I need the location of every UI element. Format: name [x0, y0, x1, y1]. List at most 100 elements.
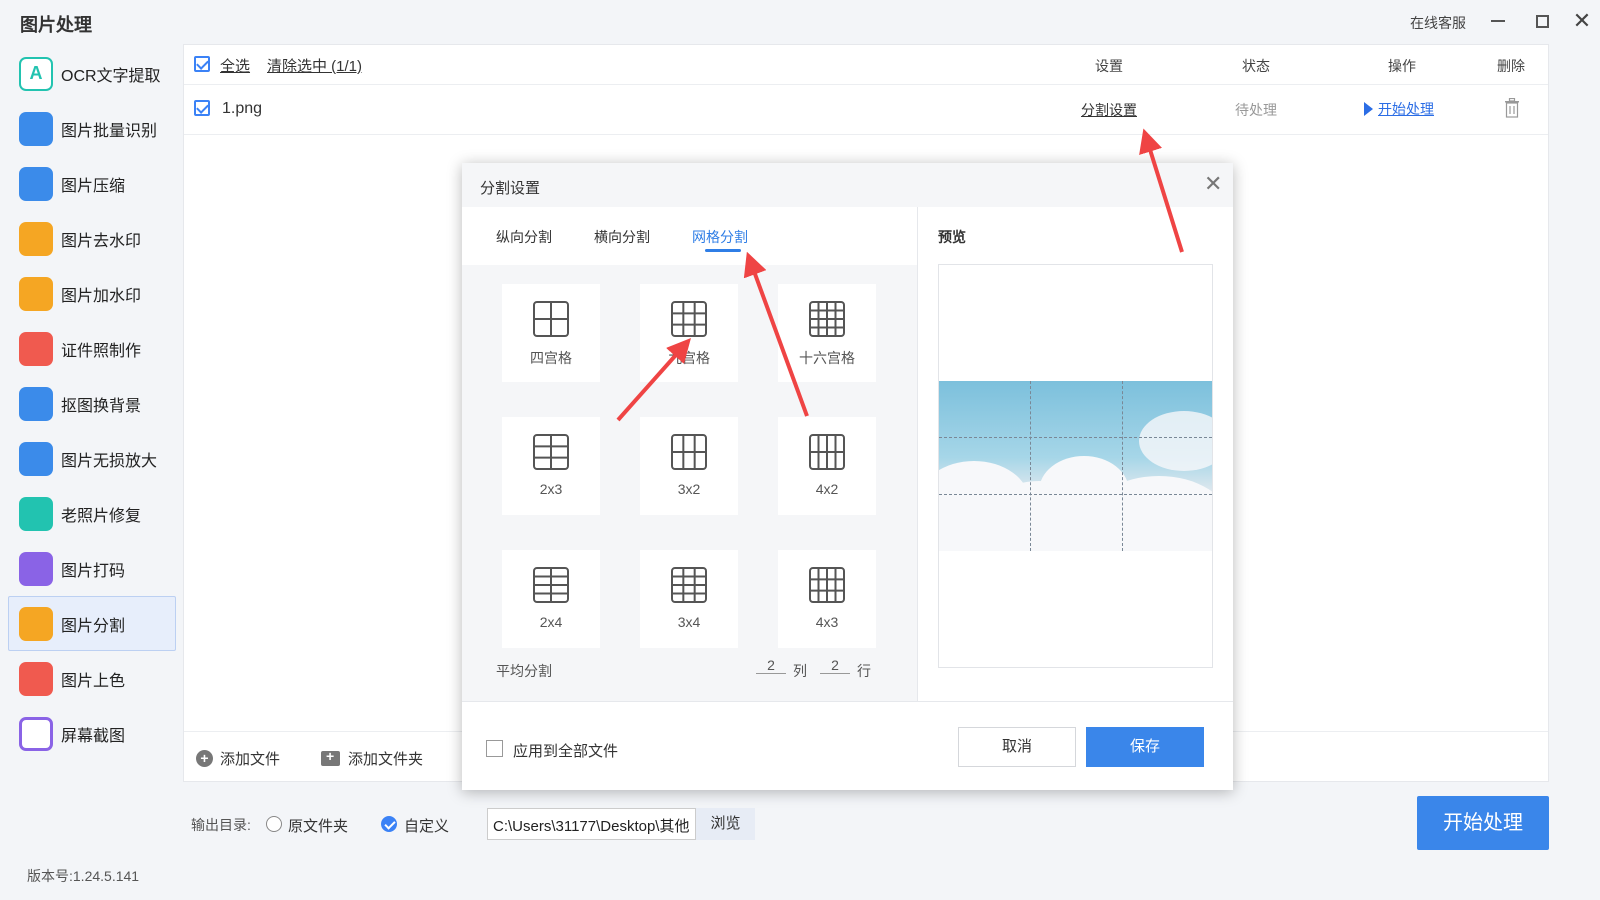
sidebar-item[interactable]: 老照片修复 — [8, 486, 176, 541]
sidebar-item[interactable]: 图片加水印 — [8, 266, 176, 321]
preview-image — [939, 381, 1212, 551]
sidebar-item[interactable]: 图片分割 — [8, 596, 176, 651]
grid-preset-label: 3x4 — [677, 614, 701, 630]
preview-grid-line-vertical — [1122, 381, 1123, 551]
dialog-title: 分割设置 — [480, 180, 541, 197]
output-path-input[interactable]: C:\Users\31177\Desktop\其他 — [487, 808, 696, 840]
mosaic-icon — [19, 551, 53, 586]
cancel-button[interactable]: 取消 — [958, 727, 1076, 767]
folder-plus-icon — [321, 748, 340, 766]
sidebar-item-label: 图片无损放大 — [61, 452, 158, 470]
sidebar-item[interactable]: 图片无损放大 — [8, 431, 176, 486]
online-service-link[interactable]: 在线客服 — [1410, 13, 1466, 33]
clear-selection-link[interactable]: 清除选中 (1/1) — [267, 55, 362, 76]
columns-input[interactable]: 2 — [756, 657, 786, 674]
sidebar-item-label: 图片分割 — [61, 617, 126, 635]
grid-preset-card[interactable]: 4x2 — [778, 417, 876, 515]
grid-preset-card[interactable]: 2x4 — [502, 550, 600, 648]
grid-preset-card[interactable]: 4x3 — [778, 550, 876, 648]
original-folder-radio[interactable] — [266, 816, 282, 832]
colorize-icon — [19, 661, 53, 696]
sidebar-item[interactable]: 证件照制作 — [8, 321, 176, 376]
image-recognize-icon — [19, 111, 53, 146]
grid-presets: 平均分割 2 列 2 行 四宫格 九宫格 十六宫格 2x3 3x2 4x2 2x4 3x4 4x… — [462, 265, 917, 701]
sidebar-item-label: 图片批量识别 — [61, 122, 158, 140]
dialog-footer: 应用到全部文件 取消 保存 — [462, 701, 1233, 790]
sidebar-item[interactable]: 图片上色 — [8, 651, 176, 706]
compress-icon — [19, 166, 53, 201]
sidebar-item[interactable]: 图片打码 — [8, 541, 176, 596]
save-button[interactable]: 保存 — [1086, 727, 1204, 767]
sidebar-item-label: 图片去水印 — [61, 232, 142, 250]
grid-preset-label: 四宫格 — [530, 350, 572, 366]
grid-preset-label: 4x3 — [815, 614, 839, 630]
sidebar-item-label: 老照片修复 — [61, 507, 142, 525]
select-all-link[interactable]: 全选 — [220, 55, 250, 76]
maximize-button[interactable] — [1527, 6, 1557, 36]
sidebar-item-label: 图片压缩 — [61, 177, 126, 195]
custom-folder-label: 自定义 — [404, 818, 450, 835]
preview-grid-line-vertical — [1030, 381, 1031, 551]
rows-unit: 行 — [857, 663, 871, 679]
start-process-label: 开始处理 — [1378, 101, 1434, 117]
table-row: 1.png 分割设置 待处理 开始处理 — [184, 85, 1548, 135]
grid-preset-card[interactable]: 3x2 — [640, 417, 738, 515]
sidebar-item[interactable]: 图片批量识别 — [8, 101, 176, 156]
sidebar: A OCR文字提取图片批量识别 图片压缩图片去水印图片加水印 证件照制作抠图换背景图片… — [8, 46, 176, 761]
grid-preset-label: 十六宫格 — [799, 350, 855, 366]
play-icon — [1364, 102, 1373, 116]
sidebar-item[interactable]: 抠图换背景 — [8, 376, 176, 431]
title-bar: 图片处理 在线客服 ✕ — [0, 0, 1600, 44]
preview-grid-line-horizontal — [939, 494, 1212, 495]
column-operation: 操作 — [1388, 58, 1416, 74]
minimize-button[interactable] — [1483, 6, 1513, 36]
trash-icon[interactable] — [1504, 98, 1520, 118]
split-settings-link[interactable]: 分割设置 — [1081, 100, 1137, 120]
custom-folder-radio[interactable] — [381, 816, 397, 832]
preview-grid-line-horizontal — [939, 437, 1212, 438]
grid-preset-card[interactable]: 四宫格 — [502, 284, 600, 382]
split-mode-tabs: 纵向分割 横向分割 网格分割 — [462, 207, 917, 265]
active-tab-indicator — [705, 249, 741, 252]
grid-icon — [533, 434, 569, 470]
row-checkbox[interactable] — [194, 100, 210, 116]
add-folder-label: 添加文件夹 — [348, 751, 424, 768]
sidebar-item-label: 抠图换背景 — [61, 397, 142, 415]
output-dir-label: 输出目录: — [191, 817, 251, 833]
sidebar-item[interactable]: A OCR文字提取 — [8, 46, 176, 101]
tab-grid-split[interactable]: 网格分割 — [692, 227, 748, 247]
dialog-close-icon[interactable]: ✕ — [1204, 171, 1222, 197]
tab-vertical-split[interactable]: 纵向分割 — [496, 227, 552, 247]
add-file-label: 添加文件 — [220, 751, 281, 768]
app-title: 图片处理 — [20, 15, 92, 35]
close-window-button[interactable]: ✕ — [1567, 6, 1597, 36]
maximize-icon — [1535, 14, 1549, 28]
sidebar-item[interactable]: 屏幕截图 — [8, 706, 176, 761]
grid-icon — [809, 301, 845, 337]
add-file-button[interactable]: + 添加文件 — [196, 748, 280, 769]
split-icon — [19, 606, 53, 641]
tab-horizontal-split[interactable]: 横向分割 — [594, 227, 650, 247]
grid-preset-card[interactable]: 3x4 — [640, 550, 738, 648]
sidebar-item-label: 图片上色 — [61, 672, 126, 690]
start-process-link[interactable]: 开始处理 — [1364, 99, 1434, 119]
start-processing-button[interactable]: 开始处理 — [1417, 796, 1549, 850]
grid-preset-label: 4x2 — [815, 481, 839, 497]
grid-preset-card[interactable]: 十六宫格 — [778, 284, 876, 382]
grid-preset-card[interactable]: 九宫格 — [640, 284, 738, 382]
sidebar-item[interactable]: 图片去水印 — [8, 211, 176, 266]
rows-input[interactable]: 2 — [820, 657, 850, 674]
browse-button[interactable]: 浏览 — [696, 808, 755, 840]
grid-icon — [671, 434, 707, 470]
select-all-checkbox[interactable] — [194, 56, 210, 72]
column-status: 状态 — [1242, 58, 1270, 74]
original-folder-label: 原文件夹 — [288, 818, 349, 835]
preview-title: 预览 — [938, 229, 966, 245]
screenshot-icon — [19, 716, 53, 751]
apply-all-checkbox[interactable] — [486, 740, 503, 757]
sidebar-item[interactable]: 图片压缩 — [8, 156, 176, 211]
grid-icon — [809, 434, 845, 470]
grid-preset-card[interactable]: 2x3 — [502, 417, 600, 515]
add-folder-button[interactable]: 添加文件夹 — [321, 748, 423, 769]
file-name: 1.png — [222, 100, 263, 117]
